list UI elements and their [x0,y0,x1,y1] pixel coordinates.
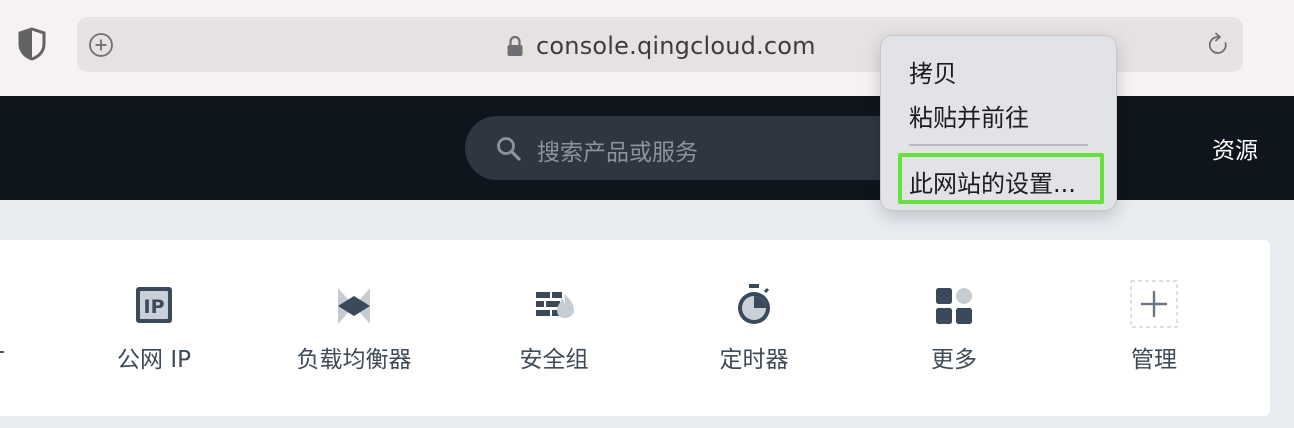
shortcut-more[interactable]: 更多 [864,278,1044,378]
resources-link[interactable]: 资源 [1212,131,1258,165]
card-edge-fragment [0,351,4,353]
more-apps-icon [936,288,972,324]
svg-text:IP: IP [144,296,165,318]
menu-item-site-settings[interactable]: 此网站的设置... [909,164,1076,199]
shortcut-label: 更多 [931,347,977,373]
shortcut-load-balancer[interactable]: 负载均衡器 [264,278,444,378]
menu-item-copy[interactable]: 拷贝 [909,54,957,89]
reload-icon[interactable] [1204,31,1232,59]
search-icon [497,137,521,161]
shortcut-public-ip[interactable]: IP 公网 IP [64,278,244,378]
add-tab-icon[interactable] [88,32,114,58]
search-input[interactable]: 搜索产品或服务 [465,116,925,180]
menu-separator [909,144,1088,146]
url-display[interactable]: console.qingcloud.com [506,30,816,62]
add-manage-icon [1130,280,1178,328]
shortcut-label: 负载均衡器 [296,347,412,373]
shortcut-security-group[interactable]: 安全组 [464,278,644,378]
shortcut-label: 公网 IP [117,347,191,373]
lock-icon [507,35,523,56]
search-placeholder: 搜索产品或服务 [537,140,698,166]
shortcut-manage[interactable]: 管理 [1064,278,1244,378]
shortcut-label: 安全组 [519,347,589,373]
shortcut-label: 管理 [1131,347,1177,373]
public-ip-icon: IP [136,287,172,323]
url-text: console.qingcloud.com [536,32,816,60]
firewall-icon [536,292,574,318]
shield-icon[interactable] [17,27,47,61]
shortcut-timer[interactable]: 定时器 [664,278,844,378]
shortcut-label: 定时器 [719,347,789,373]
timer-icon [738,284,770,324]
context-menu: 拷贝 粘贴并前往 此网站的设置... [880,35,1117,211]
menu-item-paste-and-go[interactable]: 粘贴并前往 [909,98,1029,133]
load-balancer-icon [338,288,370,324]
